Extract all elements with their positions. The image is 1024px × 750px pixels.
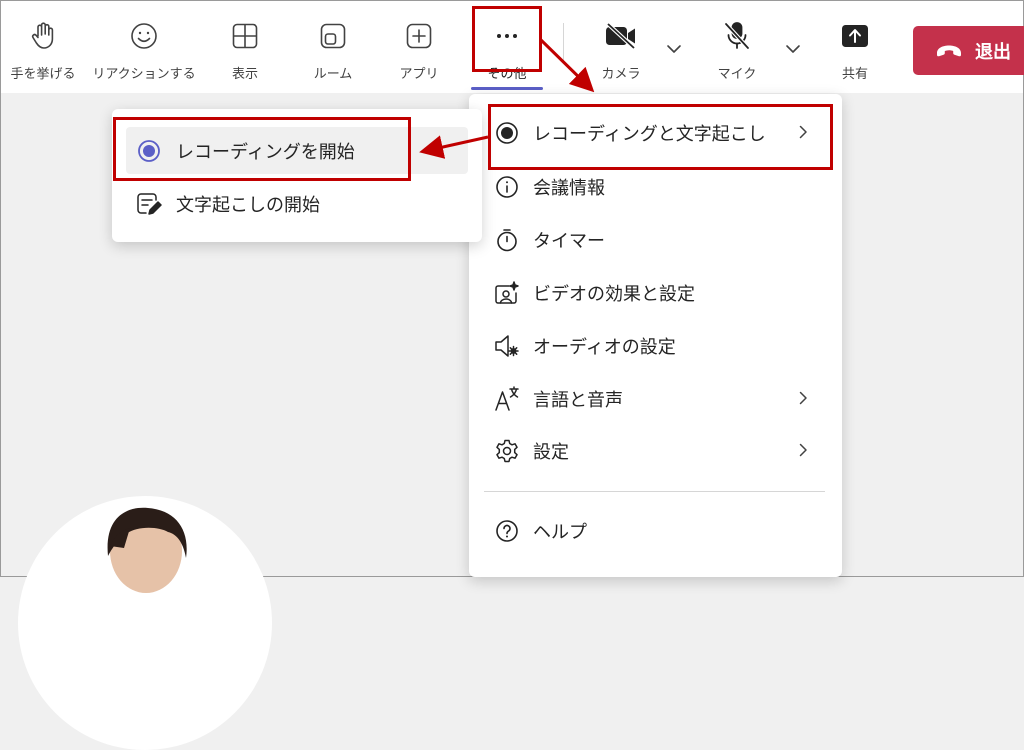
apps-button[interactable]: アプリ bbox=[387, 1, 451, 93]
camera-off-icon bbox=[604, 22, 638, 50]
active-tab-indicator bbox=[471, 87, 543, 90]
submenu-item-start-transcription[interactable]: 文字起こしの開始 bbox=[126, 180, 468, 227]
submenu-item-label: 文字起こしの開始 bbox=[176, 194, 320, 216]
chevron-right-icon bbox=[796, 390, 810, 409]
menu-item-audio-settings[interactable]: オーディオの設定 bbox=[469, 324, 842, 368]
camera-options-chevron-icon[interactable] bbox=[666, 41, 682, 61]
mic-label: マイク bbox=[717, 67, 757, 82]
camera-label: カメラ bbox=[601, 67, 641, 82]
menu-item-label: ヘルプ bbox=[533, 522, 587, 543]
menu-item-label: オーディオの設定 bbox=[533, 337, 676, 358]
timer-icon bbox=[494, 227, 520, 253]
share-icon bbox=[840, 22, 870, 50]
rooms-button[interactable]: ルーム bbox=[301, 1, 365, 93]
help-icon bbox=[494, 518, 520, 544]
menu-item-video-effects[interactable]: ビデオの効果と設定 bbox=[469, 271, 842, 315]
hang-up-icon bbox=[935, 44, 963, 58]
annotation-box-start-recording bbox=[113, 117, 411, 181]
share-label: 共有 bbox=[841, 67, 868, 82]
view-button[interactable]: 表示 bbox=[213, 1, 277, 93]
menu-item-settings[interactable]: 設定 bbox=[469, 429, 842, 473]
gear-icon bbox=[494, 438, 520, 464]
apps-label: アプリ bbox=[399, 67, 439, 82]
chevron-right-icon bbox=[796, 442, 810, 461]
mic-off-icon bbox=[722, 22, 752, 50]
info-icon bbox=[494, 174, 520, 200]
toolbar-separator bbox=[563, 23, 564, 61]
mic-options-chevron-icon[interactable] bbox=[785, 41, 801, 61]
participant-video-tile bbox=[18, 496, 272, 750]
audio-settings-icon bbox=[494, 333, 520, 359]
menu-item-label: タイマー bbox=[533, 231, 605, 252]
video-effects-icon bbox=[494, 280, 520, 306]
menu-item-label: 設定 bbox=[533, 442, 569, 463]
raise-hand-button[interactable]: 手を挙げる bbox=[5, 1, 81, 93]
transcript-icon bbox=[136, 191, 162, 217]
annotation-box-recording-menu bbox=[488, 104, 833, 170]
language-icon bbox=[494, 386, 520, 412]
add-app-icon bbox=[405, 22, 433, 50]
annotation-box-more bbox=[472, 6, 542, 72]
menu-item-label: ビデオの効果と設定 bbox=[533, 284, 695, 305]
menu-item-label: 言語と音声 bbox=[533, 390, 623, 411]
leave-button[interactable]: 退出 bbox=[913, 26, 1024, 75]
reactions-button[interactable]: リアクションする bbox=[91, 1, 197, 93]
leave-label: 退出 bbox=[975, 41, 1011, 63]
menu-item-timer[interactable]: タイマー bbox=[469, 218, 842, 262]
menu-item-language-speech[interactable]: 言語と音声 bbox=[469, 377, 842, 421]
grid-view-icon bbox=[231, 22, 259, 50]
hand-icon bbox=[30, 22, 56, 50]
participant-avatar bbox=[107, 507, 187, 593]
camera-button[interactable]: カメラ bbox=[589, 1, 653, 93]
rooms-label: ルーム bbox=[313, 67, 353, 82]
mic-button[interactable]: マイク bbox=[705, 1, 769, 93]
reactions-label: リアクションする bbox=[92, 67, 196, 82]
menu-item-meeting-info[interactable]: 会議情報 bbox=[469, 165, 842, 209]
menu-divider bbox=[484, 491, 825, 492]
raise-hand-label: 手を挙げる bbox=[10, 67, 76, 82]
smiley-icon bbox=[130, 22, 158, 50]
menu-item-label: 会議情報 bbox=[533, 178, 605, 199]
rooms-icon bbox=[319, 22, 347, 50]
menu-item-help[interactable]: ヘルプ bbox=[469, 509, 842, 553]
view-label: 表示 bbox=[231, 67, 258, 82]
share-button[interactable]: 共有 bbox=[823, 1, 887, 93]
